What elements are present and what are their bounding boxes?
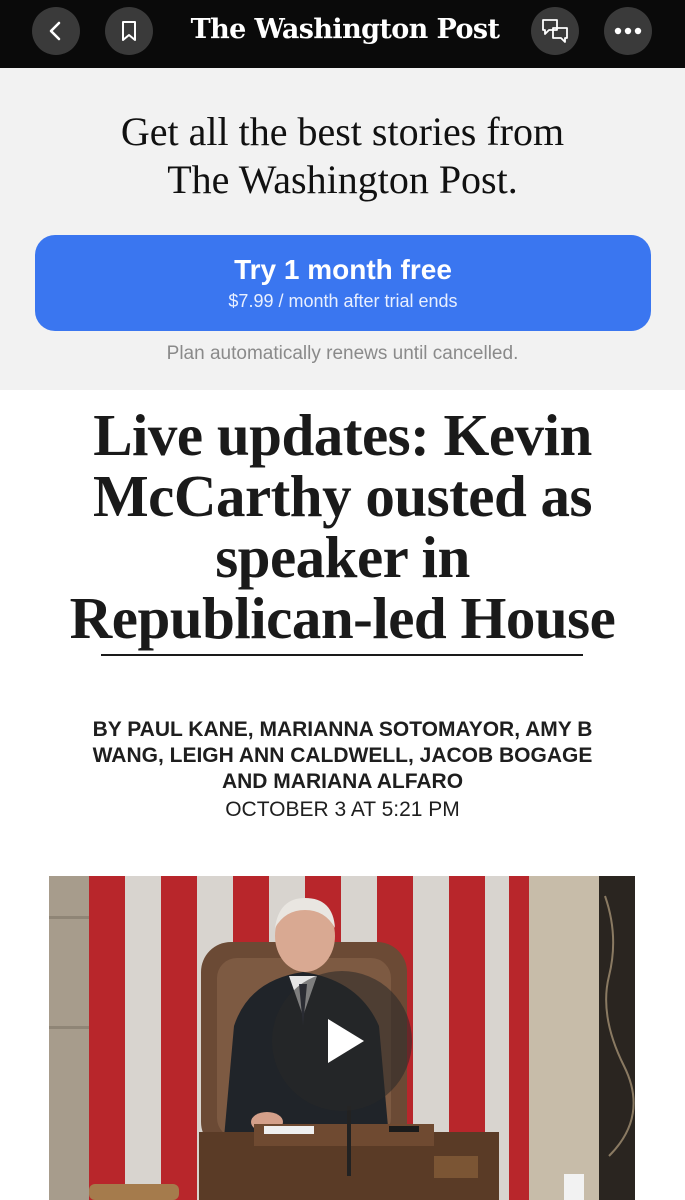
promo-headline: Get all the best stories from The Washin… <box>20 108 665 204</box>
byline-line: WANG, LEIGH ANN CALDWELL, JACOB BOGAGE <box>92 744 593 767</box>
try-free-label: Try 1 month free <box>234 254 452 285</box>
headline-line: McCarthy ousted as <box>92 463 593 529</box>
price-after-trial: $7.99 / month after trial ends <box>228 291 458 311</box>
try-free-button[interactable]: Try 1 month free $7.99 / month after tri… <box>35 235 651 331</box>
headline-line: Republican-led House <box>69 585 616 651</box>
bookmark-button[interactable] <box>105 7 153 55</box>
bookmark-icon <box>122 21 136 41</box>
more-options-button[interactable] <box>604 7 652 55</box>
play-icon <box>328 1019 364 1063</box>
byline-line: AND MARIANA ALFARO <box>221 770 464 793</box>
headline-text: Live updates: Kevin McCarthy ousted as s… <box>30 405 655 649</box>
top-toolbar: The Washington Post <box>0 0 685 68</box>
renewal-note: Plan automatically renews until cancelle… <box>166 343 519 364</box>
publish-date: OCTOBER 3 AT 5:21 PM <box>225 798 460 821</box>
promo-headline-line: The Washington Post. <box>167 157 518 202</box>
byline: BY PAUL KANE, MARIANNA SOTOMAYOR, AMY B … <box>60 717 625 795</box>
subscription-promo: Get all the best stories from The Washin… <box>0 68 685 390</box>
headline-divider <box>101 654 583 656</box>
chevron-left-icon <box>49 21 61 41</box>
comments-icon <box>542 19 568 43</box>
headline-line: Live updates: Kevin <box>93 402 592 468</box>
article-headline: Live updates: Kevin McCarthy ousted as s… <box>30 405 655 649</box>
play-button[interactable] <box>272 971 412 1111</box>
byline-line: BY PAUL KANE, MARIANNA SOTOMAYOR, AMY B <box>92 718 593 741</box>
back-button[interactable] <box>32 7 80 55</box>
more-horizontal-icon <box>614 27 642 35</box>
comments-button[interactable] <box>531 7 579 55</box>
promo-headline-line: Get all the best stories from <box>120 109 565 154</box>
headline-line: speaker in <box>215 524 470 590</box>
masthead-logo: The Washington Post <box>190 14 500 45</box>
